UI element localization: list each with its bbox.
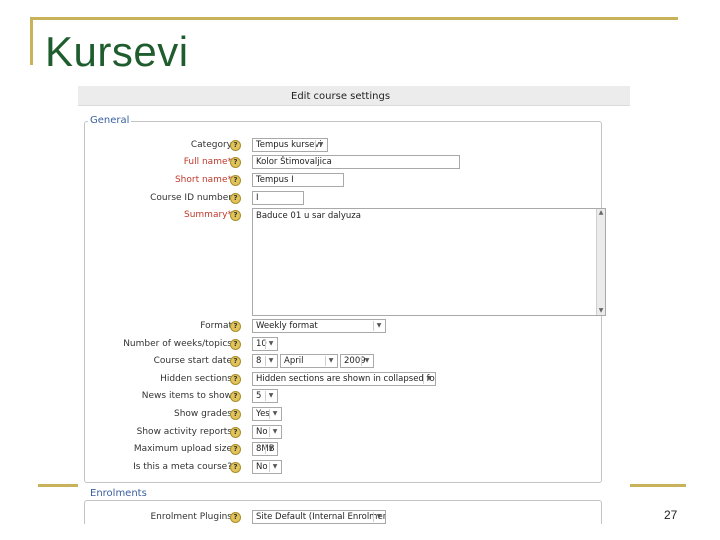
startdate-label: Course start date — [153, 356, 232, 366]
enrol-label: Enrolment Plugins — [150, 512, 232, 522]
showreports-select[interactable]: No ▼ — [252, 425, 282, 439]
help-icon[interactable]: ? — [230, 175, 241, 186]
showreports-value: No — [256, 427, 268, 437]
help-icon[interactable]: ? — [230, 210, 241, 221]
chevron-down-icon: ▼ — [265, 444, 276, 454]
hiddensections-value: Hidden sections are shown in collapsed f… — [256, 374, 436, 384]
format-row: Format ? Weekly format ▼ — [78, 319, 630, 335]
left-rule — [30, 17, 33, 65]
chevron-down-icon: ▼ — [265, 391, 276, 401]
showreports-label: Show activity reports — [136, 427, 232, 437]
chevron-down-icon: ▼ — [361, 356, 372, 366]
chevron-down-icon: ▼ — [265, 339, 276, 349]
numsections-row: Number of weeks/topics ? 10 ▼ — [78, 337, 630, 353]
chevron-down-icon: ▼ — [325, 356, 336, 366]
shortname-label: Short name* — [174, 175, 232, 185]
startdate-row: Course start date ? 8 ▼ April ▼ 2009 ▼ — [78, 354, 630, 370]
help-icon[interactable]: ? — [230, 512, 241, 523]
category-select[interactable]: Tempus kursevi ▼ — [252, 138, 328, 152]
startdate-day-select[interactable]: 8 ▼ — [252, 354, 278, 368]
chevron-down-icon: ▼ — [423, 374, 434, 384]
idnumber-row: Course ID number ? I — [78, 191, 630, 207]
chevron-down-icon: ▼ — [373, 512, 384, 522]
summary-text: Baduce 01 u sar dalyuza — [256, 211, 361, 221]
startdate-month-value: April — [284, 356, 304, 366]
format-value: Weekly format — [256, 321, 318, 331]
startdate-day-value: 8 — [256, 356, 262, 366]
help-icon[interactable]: ? — [230, 391, 241, 402]
hiddensections-select[interactable]: Hidden sections are shown in collapsed f… — [252, 372, 436, 386]
fullname-input[interactable]: Kolor Štimovaljica — [252, 155, 460, 169]
summary-label: Summary* — [184, 210, 232, 220]
help-icon[interactable]: ? — [230, 157, 241, 168]
showgrades-select[interactable]: Yes ▼ — [252, 407, 282, 421]
metacourse-value: No — [256, 462, 268, 472]
help-icon[interactable]: ? — [230, 409, 241, 420]
startdate-month-select[interactable]: April ▼ — [280, 354, 338, 368]
course-settings-screenshot: Edit course settings General Category ? … — [78, 86, 630, 524]
help-icon[interactable]: ? — [230, 444, 241, 455]
newsitems-label: News items to show — [141, 391, 232, 401]
help-icon[interactable]: ? — [230, 140, 241, 151]
idnumber-input[interactable]: I — [252, 191, 304, 205]
help-icon[interactable]: ? — [230, 321, 241, 332]
maxbytes-select[interactable]: 8MB ▼ — [252, 442, 278, 456]
category-row: Category ? Tempus kursevi ▼ — [78, 138, 630, 154]
newsitems-select[interactable]: 5 ▼ — [252, 389, 278, 403]
newsitems-row: News items to show ? 5 ▼ — [78, 389, 630, 405]
help-icon[interactable]: ? — [230, 427, 241, 438]
shortname-input[interactable]: Tempus I — [252, 173, 344, 187]
metacourse-select[interactable]: No ▼ — [252, 460, 282, 474]
chevron-down-icon: ▼ — [373, 321, 384, 331]
showgrades-row: Show grades ? Yes ▼ — [78, 407, 630, 423]
help-icon[interactable]: ? — [230, 462, 241, 473]
hiddensections-row: Hidden sections ? Hidden sections are sh… — [78, 372, 630, 388]
metacourse-row: Is this a meta course? ? No ▼ — [78, 460, 630, 476]
help-icon[interactable]: ? — [230, 356, 241, 367]
shortname-row: Short name* ? Tempus I — [78, 173, 630, 189]
enrol-row: Enrolment Plugins ? Site Default (Intern… — [78, 510, 630, 524]
enrolments-legend: Enrolments — [88, 488, 149, 499]
form-title: Edit course settings — [291, 91, 391, 102]
form-header: Edit course settings — [78, 86, 630, 106]
chevron-down-icon: ▼ — [315, 140, 326, 150]
scroll-down-icon[interactable]: ▼ — [597, 307, 605, 315]
category-label: Category — [190, 140, 232, 150]
maxbytes-label: Maximum upload size — [133, 444, 232, 454]
enrol-select[interactable]: Site Default (Internal Enrolment) ▼ — [252, 510, 386, 524]
showgrades-value: Yes — [256, 409, 270, 419]
summary-scrollbar[interactable]: ▲ ▼ — [596, 209, 605, 315]
fullname-row: Full name* ? Kolor Štimovaljica — [78, 155, 630, 171]
top-rule — [30, 17, 678, 20]
scroll-up-icon[interactable]: ▲ — [597, 209, 605, 217]
general-legend: General — [88, 115, 132, 126]
chevron-down-icon: ▼ — [269, 462, 280, 472]
idnumber-label: Course ID number — [150, 193, 232, 203]
help-icon[interactable]: ? — [230, 374, 241, 385]
category-value: Tempus kursevi — [256, 140, 322, 150]
format-select[interactable]: Weekly format ▼ — [252, 319, 386, 333]
chevron-down-icon: ▼ — [269, 409, 280, 419]
fullname-label: Full name* — [183, 157, 232, 167]
startdate-year-select[interactable]: 2009 ▼ — [340, 354, 374, 368]
format-label: Format — [200, 321, 232, 331]
chevron-down-icon: ▼ — [269, 427, 280, 437]
chevron-down-icon: ▼ — [265, 356, 276, 366]
summary-textarea[interactable]: Baduce 01 u sar dalyuza ▲ ▼ — [252, 208, 606, 316]
hiddensections-label: Hidden sections — [160, 374, 232, 384]
enrol-value: Site Default (Internal Enrolment) — [256, 512, 386, 522]
metacourse-label: Is this a meta course? — [133, 462, 232, 472]
numsections-select[interactable]: 10 ▼ — [252, 337, 278, 351]
showreports-row: Show activity reports ? No ▼ — [78, 425, 630, 441]
help-icon[interactable]: ? — [230, 339, 241, 350]
newsitems-value: 5 — [256, 391, 262, 401]
showgrades-label: Show grades — [173, 409, 232, 419]
page-number: 27 — [664, 508, 678, 522]
numsections-label: Number of weeks/topics — [123, 339, 232, 349]
maxbytes-row: Maximum upload size ? 8MB ▼ — [78, 442, 630, 458]
slide-title: Kursevi — [45, 28, 189, 75]
help-icon[interactable]: ? — [230, 193, 241, 204]
